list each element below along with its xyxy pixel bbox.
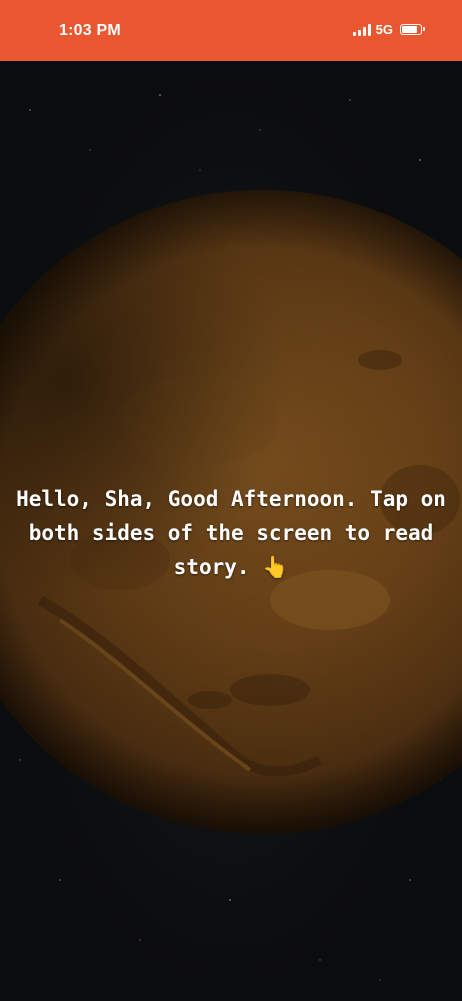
status-time: 1:03 PM xyxy=(59,22,121,39)
tap-zone-next[interactable] xyxy=(231,61,462,1001)
tap-zone-previous[interactable] xyxy=(0,61,231,1001)
status-bar: 1:03 PM 5G xyxy=(0,0,462,61)
network-type: 5G xyxy=(375,22,393,37)
story-screen: 1:03 PM 5G Hello, Sha, Good Afternoon. T… xyxy=(0,0,462,1001)
signal-bars-icon xyxy=(352,23,371,36)
status-indicators: 5G xyxy=(352,22,425,37)
battery-fill xyxy=(402,26,417,33)
battery-icon xyxy=(400,24,425,35)
